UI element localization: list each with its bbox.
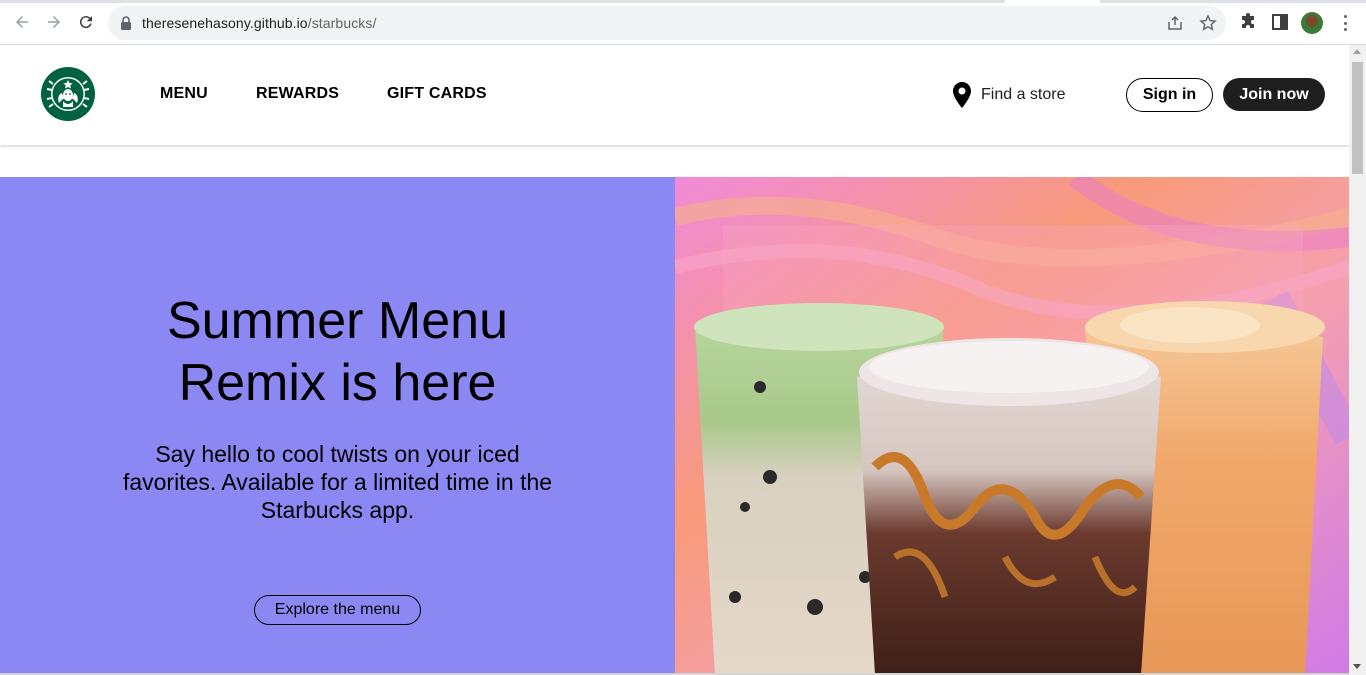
hero-title: Summer Menu Remix is here	[167, 292, 508, 412]
address-bar[interactable]: theresenehasony.github.io/starbucks/	[108, 6, 1226, 40]
hero-text-panel: Summer Menu Remix is here Say hello to co…	[0, 177, 675, 675]
back-arrow-icon[interactable]	[10, 10, 34, 34]
bookmark-star-icon[interactable]	[1199, 14, 1217, 32]
join-now-button[interactable]: Join now	[1223, 78, 1325, 111]
scroll-down-icon[interactable]	[1353, 664, 1361, 669]
browser-menu-icon[interactable]	[1337, 13, 1353, 33]
share-icon[interactable]	[1166, 14, 1184, 32]
starbucks-logo[interactable]	[41, 67, 95, 121]
lock-icon[interactable]	[120, 16, 132, 30]
find-store-link[interactable]: Find a store	[953, 81, 1065, 109]
hero-section: Summer Menu Remix is here Say hello to co…	[0, 177, 1349, 675]
hero-drinks-image	[675, 177, 1349, 675]
explore-menu-button[interactable]: Explore the menu	[254, 595, 421, 625]
find-store-label: Find a store	[981, 86, 1066, 103]
page-scrollbar[interactable]	[1349, 45, 1366, 675]
site-header: MENU REWARDS GIFT CARDS Find a store Sig…	[0, 45, 1349, 145]
nav-gift-cards[interactable]: GIFT CARDS	[387, 85, 487, 103]
forward-arrow-icon[interactable]	[42, 10, 66, 34]
scroll-up-icon[interactable]	[1353, 49, 1361, 54]
nav-menu[interactable]: MENU	[160, 85, 208, 103]
url-text[interactable]: theresenehasony.github.io/starbucks/	[142, 15, 377, 31]
nav-rewards[interactable]: REWARDS	[256, 85, 339, 103]
page-viewport: MENU REWARDS GIFT CARDS Find a store Sig…	[0, 45, 1349, 675]
reload-icon[interactable]	[74, 10, 98, 34]
sign-in-button[interactable]: Sign in	[1126, 78, 1213, 112]
extensions-puzzle-icon[interactable]	[1238, 12, 1258, 32]
tab-strip-edge	[0, 0, 1366, 3]
scrollbar-thumb[interactable]	[1352, 62, 1363, 174]
profile-avatar[interactable]	[1301, 12, 1323, 34]
side-panel-icon[interactable]	[1270, 12, 1290, 32]
hero-subtitle: Say hello to cool twists on your iced fa…	[122, 441, 553, 523]
location-pin-icon	[953, 82, 971, 108]
browser-toolbar: theresenehasony.github.io/starbucks/	[0, 0, 1366, 45]
